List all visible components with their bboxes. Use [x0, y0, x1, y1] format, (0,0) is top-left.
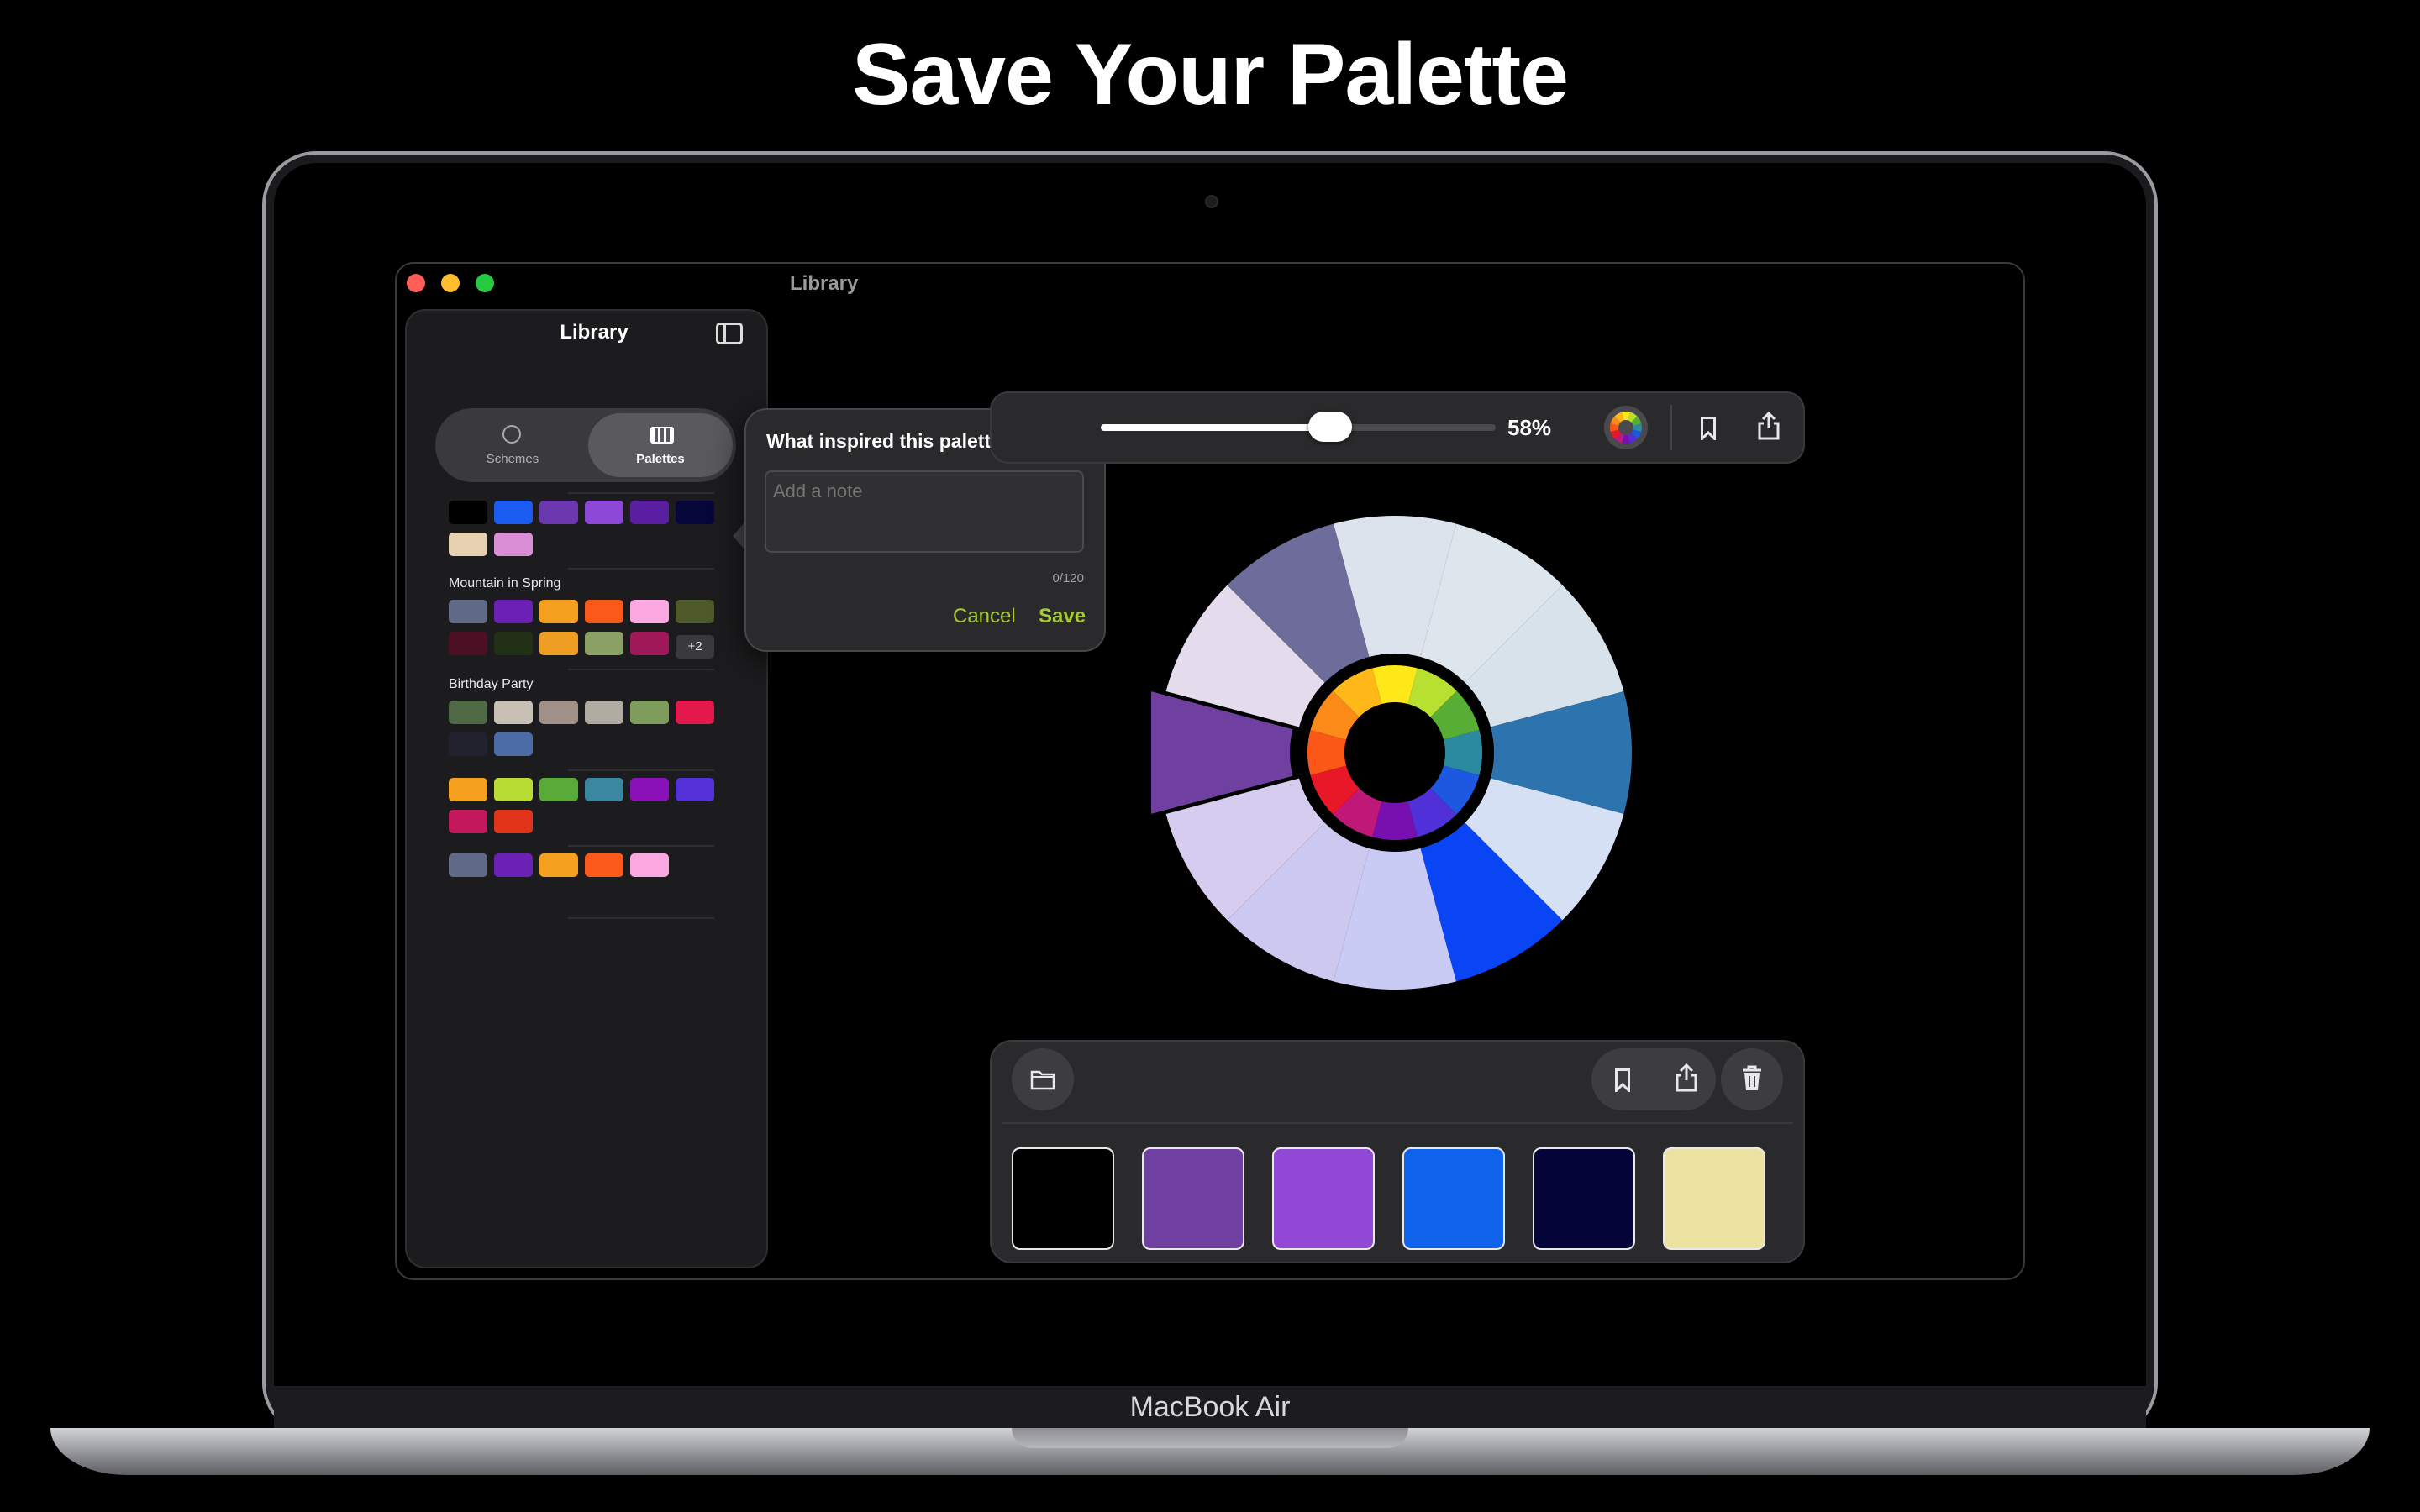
save-button[interactable]: Save: [1039, 605, 1086, 628]
palette-swatch[interactable]: [449, 501, 487, 524]
palette-swatch[interactable]: [585, 600, 623, 623]
toolbar-separator: [1670, 405, 1672, 450]
palette-swatch[interactable]: [494, 501, 533, 524]
palette-color-swatch[interactable]: [1663, 1147, 1765, 1250]
laptop-notch: [1012, 1428, 1408, 1448]
bookmark-notch-icon: [1615, 1082, 1630, 1092]
palette-swatch[interactable]: [494, 778, 533, 801]
popover-title: What inspired this palette?: [766, 430, 1013, 452]
list-end-divider: [568, 917, 714, 919]
slider-fill: [1101, 424, 1330, 431]
color-wheel[interactable]: [1151, 509, 1639, 996]
slider-thumb[interactable]: [1307, 412, 1352, 442]
palette-swatch[interactable]: [676, 778, 714, 801]
group-divider: [568, 769, 714, 771]
palette-swatch[interactable]: [630, 501, 669, 524]
palette-swatch[interactable]: [585, 501, 623, 524]
palette-swatch[interactable]: [494, 533, 533, 556]
palette-swatch[interactable]: [539, 853, 578, 877]
segment-palettes-label[interactable]: Palettes: [602, 452, 719, 466]
palette-swatch[interactable]: [585, 632, 623, 655]
palette-swatch[interactable]: [539, 778, 578, 801]
schemes-icon: [502, 425, 521, 444]
palette-swatch[interactable]: [449, 632, 487, 655]
palette-swatch[interactable]: [585, 701, 623, 724]
palette-color-swatch[interactable]: [1142, 1147, 1244, 1250]
group-divider: [568, 492, 714, 494]
palette-swatch[interactable]: [494, 810, 533, 833]
segment-schemes-label: Schemes: [486, 452, 539, 466]
close-window-button[interactable]: [407, 274, 425, 292]
palette-color-swatch[interactable]: [1272, 1147, 1375, 1250]
panel-divider: [1002, 1122, 1793, 1124]
palette-swatch[interactable]: [539, 501, 578, 524]
palette-swatch[interactable]: [585, 853, 623, 877]
sidebar-toggle-icon[interactable]: [716, 323, 743, 344]
group-divider: [568, 669, 714, 670]
more-colors-badge[interactable]: +2: [676, 635, 714, 659]
palette-group-title: Birthday Party: [449, 677, 534, 691]
share-icon[interactable]: [1674, 1063, 1699, 1092]
palette-swatch[interactable]: [676, 600, 714, 623]
palette-swatch[interactable]: [539, 632, 578, 655]
headline: Save Your Palette: [851, 26, 1569, 123]
palette-swatch[interactable]: [449, 810, 487, 833]
segment-selected-highlight: [588, 413, 733, 477]
share-icon[interactable]: [1756, 412, 1781, 440]
slider-percent: 58%: [1507, 415, 1552, 440]
palettes-icon: [650, 427, 674, 444]
group-divider: [568, 845, 714, 847]
palette-swatch[interactable]: [449, 701, 487, 724]
zoom-window-button[interactable]: [476, 274, 494, 292]
palette-color-swatch[interactable]: [1012, 1147, 1114, 1250]
device-label: MacBook Air: [1129, 1391, 1291, 1423]
folder-icon: [1030, 1070, 1055, 1090]
palette-swatch[interactable]: [630, 600, 669, 623]
note-input[interactable]: [765, 470, 1084, 553]
window-title: Library: [790, 272, 859, 295]
palette-swatch[interactable]: [449, 778, 487, 801]
palette-swatch[interactable]: [539, 600, 578, 623]
trash-icon: [1743, 1065, 1761, 1090]
palette-swatch[interactable]: [630, 853, 669, 877]
palette-swatch[interactable]: [449, 853, 487, 877]
color-wheel-icon[interactable]: [1603, 405, 1649, 450]
palette-color-swatch[interactable]: [1402, 1147, 1505, 1250]
palette-color-swatch[interactable]: [1533, 1147, 1635, 1250]
minimize-window-button[interactable]: [441, 274, 460, 292]
palette-swatch[interactable]: [449, 600, 487, 623]
segment-schemes[interactable]: [440, 413, 585, 477]
palette-swatch[interactable]: [449, 533, 487, 556]
palette-swatch[interactable]: [494, 701, 533, 724]
palette-group-title: Mountain in Spring: [449, 576, 561, 591]
palette-swatch[interactable]: [585, 778, 623, 801]
palette-swatch[interactable]: [676, 501, 714, 524]
character-counter: 0/120: [1052, 571, 1084, 585]
palette-swatch[interactable]: [630, 701, 669, 724]
palette-swatch[interactable]: [630, 778, 669, 801]
group-divider: [568, 568, 714, 570]
palette-swatch[interactable]: [494, 600, 533, 623]
palette-swatch[interactable]: [494, 732, 533, 756]
palette-swatch[interactable]: [630, 632, 669, 655]
palette-swatch[interactable]: [449, 732, 487, 756]
bookmark-notch-icon: [1701, 430, 1716, 440]
palette-swatch[interactable]: [494, 853, 533, 877]
palette-swatch[interactable]: [539, 701, 578, 724]
palette-swatch[interactable]: [494, 632, 533, 655]
palette-swatch[interactable]: [676, 701, 714, 724]
cancel-button[interactable]: Cancel: [953, 605, 1016, 628]
camera-icon: [1205, 195, 1218, 208]
